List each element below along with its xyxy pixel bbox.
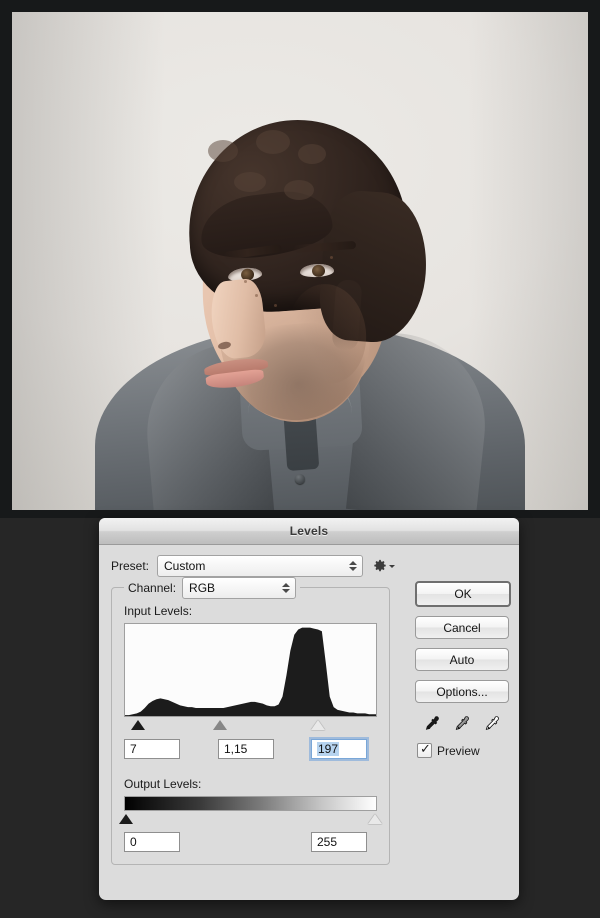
input-highlight-field[interactable]: 197 xyxy=(311,739,367,759)
channel-row: Channel: RGB xyxy=(124,577,301,599)
hair-curl xyxy=(298,144,326,164)
input-slider-track[interactable] xyxy=(124,718,377,733)
options-button-label: Options... xyxy=(436,684,488,699)
hair-curl xyxy=(234,172,266,192)
preset-row: Preset: Custom xyxy=(111,555,507,577)
auto-button[interactable]: Auto xyxy=(415,648,509,671)
channel-value: RGB xyxy=(189,581,216,595)
input-black-point-slider[interactable] xyxy=(130,720,145,730)
input-shadow-value: 7 xyxy=(130,742,137,756)
input-shadow-field[interactable]: 7 xyxy=(124,739,180,759)
subject-freckle xyxy=(330,256,333,259)
preview-row[interactable]: ✓ Preview xyxy=(417,741,507,758)
subject-freckle xyxy=(255,294,258,297)
output-black-point-slider[interactable] xyxy=(119,814,133,824)
chevron-down-icon xyxy=(389,564,395,568)
channel-select[interactable]: RGB xyxy=(182,577,297,599)
shirt-button xyxy=(295,474,305,484)
dialog-body: Preset: Custom Channel: RGB Input Levels… xyxy=(99,545,519,865)
subject-iris-right xyxy=(311,264,326,278)
dialog-title: Levels xyxy=(289,524,329,538)
dialog-button-column: OK Cancel Auto Options... ✓ Preview xyxy=(415,581,511,758)
input-gray-point-slider[interactable] xyxy=(213,720,228,730)
levels-groupbox: Channel: RGB Input Levels: 7 1,15 197 Ou… xyxy=(111,577,390,865)
histogram[interactable] xyxy=(124,623,377,717)
output-high-value: 255 xyxy=(317,835,338,849)
input-gamma-value: 1,15 xyxy=(224,742,248,756)
hair-curl xyxy=(284,180,314,200)
subject-freckle xyxy=(244,280,247,283)
channel-label: Channel: xyxy=(128,581,177,595)
hair-curl xyxy=(256,130,290,154)
output-high-field[interactable]: 255 xyxy=(311,832,367,852)
preview-checkbox[interactable]: ✓ xyxy=(417,741,432,758)
photo-frame xyxy=(0,0,600,518)
output-levels-label: Output Levels: xyxy=(124,777,202,791)
checkmark-icon: ✓ xyxy=(420,741,431,756)
set-black-point-eyedropper-icon[interactable] xyxy=(423,715,441,733)
cancel-button-label: Cancel xyxy=(443,620,481,635)
cancel-button[interactable]: Cancel xyxy=(415,616,509,639)
output-white-point-slider[interactable] xyxy=(368,814,382,824)
output-low-field[interactable]: 0 xyxy=(124,832,180,852)
output-slider-track[interactable] xyxy=(119,812,382,826)
ok-button-label: OK xyxy=(454,587,472,601)
output-levels-section: Output Levels: 0 255 xyxy=(119,777,382,856)
preset-value: Custom xyxy=(164,559,206,573)
input-levels-label: Input Levels: xyxy=(124,604,193,618)
stepper-arrows-icon xyxy=(282,583,291,593)
gear-icon xyxy=(374,559,386,572)
options-button[interactable]: Options... xyxy=(415,680,509,703)
input-highlight-value: 197 xyxy=(317,742,340,756)
subject-freckle xyxy=(274,304,277,307)
output-levels-fields: 0 255 xyxy=(124,832,377,856)
input-white-point-slider[interactable] xyxy=(311,720,326,730)
eyedropper-group xyxy=(415,715,507,733)
set-white-point-eyedropper-icon[interactable] xyxy=(483,715,501,733)
ok-button[interactable]: OK xyxy=(415,581,511,607)
auto-button-label: Auto xyxy=(449,652,475,667)
preset-select[interactable]: Custom xyxy=(157,555,363,577)
dialog-titlebar[interactable]: Levels xyxy=(99,518,519,545)
stepper-arrows-icon xyxy=(349,561,357,571)
preview-label: Preview xyxy=(437,743,480,758)
set-gray-point-eyedropper-icon[interactable] xyxy=(453,715,471,733)
histogram-plot xyxy=(125,627,376,716)
input-levels-fields: 7 1,15 197 xyxy=(124,739,377,763)
output-low-value: 0 xyxy=(130,835,137,849)
portrait-photo xyxy=(12,12,588,510)
input-gamma-field[interactable]: 1,15 xyxy=(218,739,274,759)
preset-label: Preset: xyxy=(111,559,150,573)
preset-options-menu-button[interactable] xyxy=(373,557,395,575)
levels-dialog: Levels Preset: Custom Channel: RGB Input… xyxy=(99,518,519,900)
output-gradient-bar xyxy=(124,796,377,811)
hair-curl xyxy=(208,140,238,162)
